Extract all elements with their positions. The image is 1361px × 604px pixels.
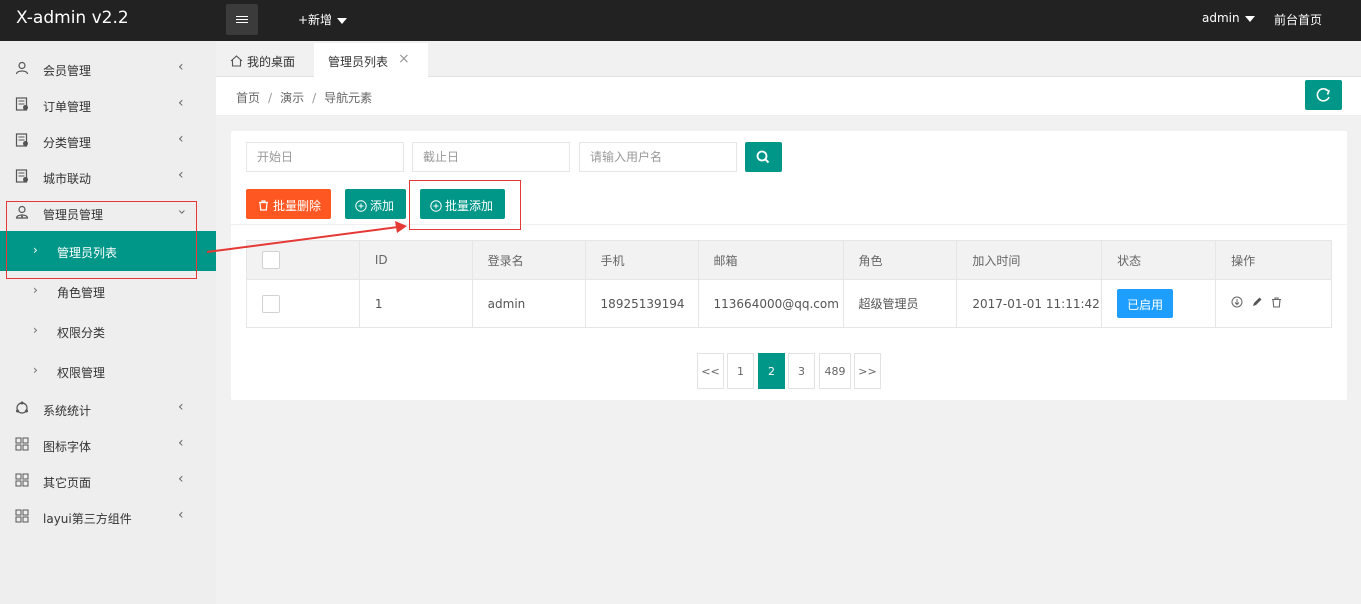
annotation-arrow <box>206 221 407 253</box>
